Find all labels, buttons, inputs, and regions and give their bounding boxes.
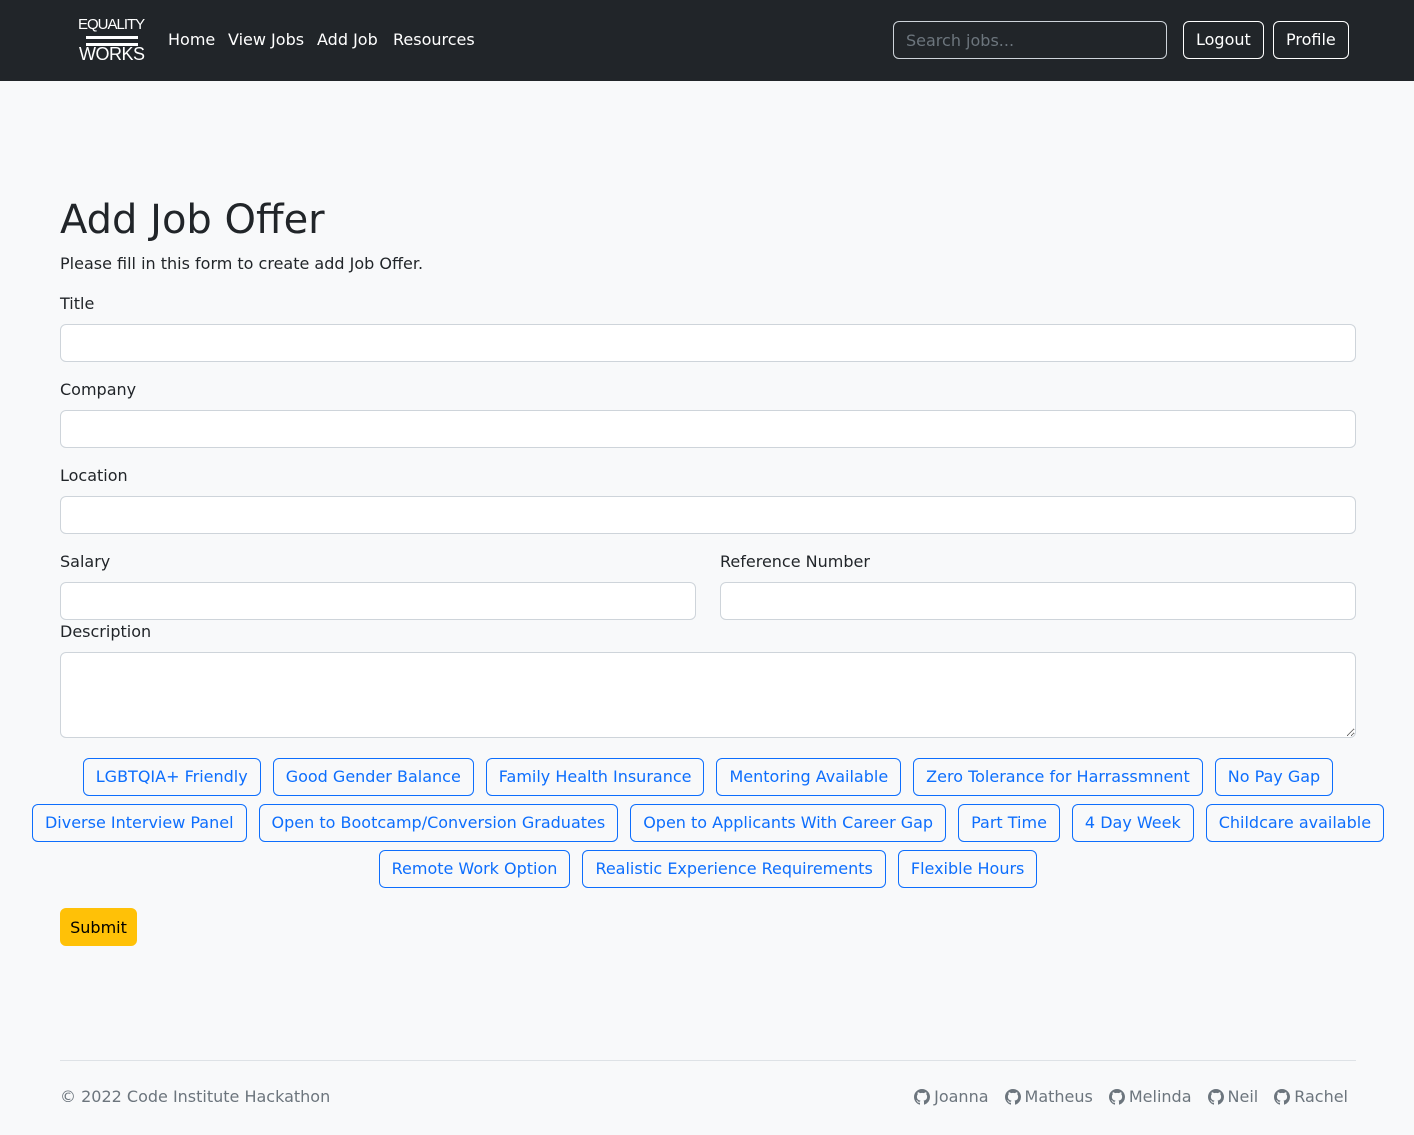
nav-link-view-jobs[interactable]: View Jobs	[228, 30, 304, 50]
equality-works-logo[interactable]: EQUALITY WORKS	[78, 16, 145, 64]
reference-number-input[interactable]	[720, 582, 1356, 620]
tag-button[interactable]: Diverse Interview Panel	[31, 804, 247, 842]
github-icon	[1108, 1089, 1125, 1105]
tag-button[interactable]: Remote Work Option	[378, 850, 571, 888]
description-textarea[interactable]	[60, 652, 1356, 738]
tag-button[interactable]: Mentoring Available	[716, 758, 902, 796]
location-input[interactable]	[60, 496, 1356, 534]
tag-button[interactable]: No Pay Gap	[1214, 758, 1334, 796]
footer-divider	[60, 1060, 1356, 1061]
navbar: EQUALITY WORKS Home View Jobs Add Job Re…	[0, 0, 1414, 81]
tag-button[interactable]: Flexible Hours	[897, 850, 1038, 888]
page-title: Add Job Offer	[60, 197, 325, 243]
logout-button[interactable]: Logout	[1183, 21, 1264, 59]
tag-button[interactable]: Open to Applicants With Career Gap	[630, 804, 947, 842]
tag-row: Remote Work Option Realistic Experience …	[60, 850, 1356, 888]
tag-button[interactable]: Good Gender Balance	[272, 758, 474, 796]
tag-row: LGBTQIA+ Friendly Good Gender Balance Fa…	[60, 758, 1356, 796]
submit-button[interactable]: Submit	[60, 908, 137, 946]
company-label: Company	[60, 380, 137, 399]
github-icon	[1207, 1089, 1224, 1105]
tag-button[interactable]: Zero Tolerance for Harrassmnent	[913, 758, 1203, 796]
tag-button[interactable]: Open to Bootcamp/Conversion Graduates	[258, 804, 619, 842]
contributor-name: Melinda	[1128, 1087, 1192, 1106]
tag-button[interactable]: Realistic Experience Requirements	[582, 850, 886, 888]
tag-button[interactable]: Part Time	[958, 804, 1060, 842]
description-label: Description	[60, 622, 152, 641]
contributor-name: Matheus	[1024, 1087, 1093, 1106]
contributor-link-neil[interactable]: Neil	[1207, 1087, 1259, 1107]
tag-button[interactable]: LGBTQIA+ Friendly	[82, 758, 261, 796]
github-icon	[914, 1089, 931, 1105]
contributor-link-rachel[interactable]: Rachel	[1274, 1087, 1348, 1107]
contributor-name: Neil	[1227, 1087, 1259, 1106]
profile-button[interactable]: Profile	[1273, 21, 1349, 59]
tag-row: Diverse Interview Panel Open to Bootcamp…	[31, 804, 1385, 842]
nav-link-home[interactable]: Home	[168, 30, 215, 50]
contributor-name: Joanna	[934, 1087, 989, 1106]
contributor-name: Rachel	[1294, 1087, 1348, 1106]
salary-input[interactable]	[60, 582, 696, 620]
logo-text-top: EQUALITY	[78, 16, 145, 33]
search-input[interactable]	[893, 21, 1167, 59]
contributor-link-matheus[interactable]: Matheus	[1004, 1087, 1093, 1107]
title-input[interactable]	[60, 324, 1356, 362]
github-icon	[1004, 1089, 1021, 1105]
tag-button[interactable]: 4 Day Week	[1071, 804, 1194, 842]
nav-link-resources[interactable]: Resources	[393, 30, 475, 50]
footer-copyright: © 2022 Code Institute Hackathon	[60, 1087, 331, 1106]
logo-text-bottom: WORKS	[79, 44, 145, 64]
tag-button[interactable]: Family Health Insurance	[485, 758, 705, 796]
company-input[interactable]	[60, 410, 1356, 448]
salary-label: Salary	[60, 552, 111, 571]
github-icon	[1274, 1089, 1291, 1105]
title-label: Title	[60, 294, 95, 313]
contributor-link-joanna[interactable]: Joanna	[914, 1087, 989, 1107]
reference-number-label: Reference Number	[720, 552, 870, 571]
page-intro: Please fill in this form to create add J…	[60, 254, 424, 273]
tag-button[interactable]: Childcare available	[1205, 804, 1385, 842]
logo-bar	[86, 36, 138, 39]
contributor-links: Joanna Matheus Melinda Neil Rachel	[914, 1087, 1348, 1107]
nav-link-add-job[interactable]: Add Job	[317, 30, 378, 50]
location-label: Location	[60, 466, 128, 485]
contributor-link-melinda[interactable]: Melinda	[1108, 1087, 1192, 1107]
